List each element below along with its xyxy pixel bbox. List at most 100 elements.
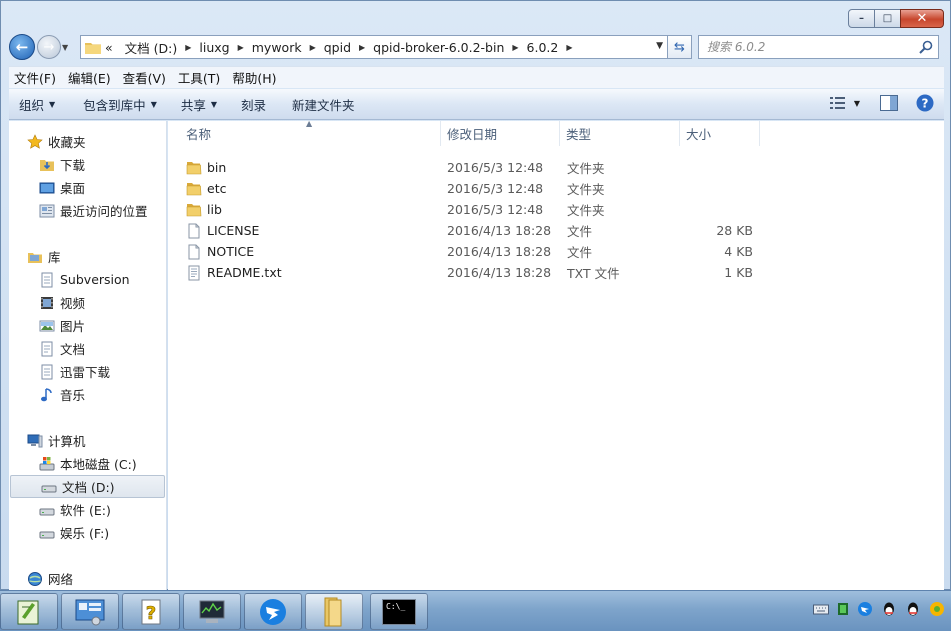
preview-pane-button[interactable] <box>880 95 898 111</box>
breadcrumb-item[interactable]: liuxg <box>199 40 229 55</box>
nav-pictures[interactable]: 图片 <box>9 314 166 337</box>
text-file-icon <box>188 265 200 280</box>
file-row[interactable]: bin 2016/5/3 12:48 文件夹 <box>168 157 944 178</box>
nav-documents-label: 文档 <box>60 342 86 357</box>
nav-videos[interactable]: 视频 <box>9 291 166 314</box>
nav-pictures-label: 图片 <box>60 319 86 334</box>
picture-icon <box>39 318 55 334</box>
help-button[interactable]: ? <box>916 94 934 112</box>
taskbar-app-system-monitor[interactable] <box>183 593 241 630</box>
chevron-down-icon: ▼ <box>210 99 218 109</box>
nav-recent-places[interactable]: 最近访问的位置 <box>9 199 166 222</box>
breadcrumb-item[interactable]: mywork <box>252 40 302 55</box>
menu-file[interactable]: 文件(F) <box>9 68 61 87</box>
file-row[interactable]: README.txt 2016/4/13 18:28 TXT 文件 1 KB <box>168 262 944 283</box>
qq-penguin-icon[interactable] <box>881 601 897 620</box>
taskbar-app-explorer[interactable] <box>305 593 363 630</box>
search-icon[interactable] <box>919 40 933 54</box>
chevron-right-icon[interactable]: ▶ <box>310 43 316 52</box>
nav-music[interactable]: 音乐 <box>9 383 166 406</box>
breadcrumb-item[interactable]: 6.0.2 <box>527 40 559 55</box>
organize-button[interactable]: 组织 ▼ <box>9 95 65 114</box>
new-folder-button[interactable]: 新建文件夹 <box>282 95 365 114</box>
breadcrumb-item[interactable]: 文档 (D:) <box>125 38 178 57</box>
refresh-button[interactable]: ⇆ <box>668 35 692 59</box>
keyboard-icon[interactable] <box>813 603 829 618</box>
nav-music-label: 音乐 <box>60 388 86 403</box>
chevron-right-icon[interactable]: ▶ <box>566 43 572 52</box>
menu-view[interactable]: 查看(V) <box>118 68 171 87</box>
taskbar-app-dingtalk[interactable] <box>244 593 302 630</box>
recent-pages-dropdown[interactable]: ▼ <box>62 43 74 52</box>
star-icon <box>27 133 43 150</box>
breadcrumb-item[interactable]: qpid <box>324 40 351 55</box>
file-date: 2016/5/3 12:48 <box>447 181 544 196</box>
chevron-right-icon[interactable]: ▶ <box>512 43 518 52</box>
chevron-right-icon[interactable]: ▶ <box>238 43 244 52</box>
nav-drive-d[interactable]: 文档 (D:) <box>10 475 165 498</box>
taskbar-app-control-panel[interactable] <box>61 593 119 630</box>
nav-xunlei-downloads[interactable]: 迅雷下载 <box>9 360 166 383</box>
include-in-library-button[interactable]: 包含到库中 ▼ <box>73 95 167 114</box>
burn-button[interactable]: 刻录 <box>231 95 276 114</box>
nav-recent-places-label: 最近访问的位置 <box>60 204 148 219</box>
chevron-down-icon: ▼ <box>853 98 860 108</box>
file-row[interactable]: lib 2016/5/3 12:48 文件夹 <box>168 199 944 220</box>
desktop-icon <box>39 180 55 196</box>
nav-subversion[interactable]: Subversion <box>9 268 166 291</box>
nav-computer[interactable]: 计算机 <box>9 429 166 452</box>
notepad-edit-icon <box>17 600 39 624</box>
chevron-right-icon[interactable]: ▶ <box>185 43 191 52</box>
forward-button[interactable]: → <box>37 35 61 59</box>
file-type: 文件 <box>567 245 593 260</box>
breadcrumb-overflow[interactable]: « <box>105 40 113 55</box>
chevron-right-icon[interactable]: ▶ <box>359 43 365 52</box>
nav-downloads[interactable]: 下载 <box>9 153 166 176</box>
minimize-button[interactable]: – <box>848 9 875 28</box>
change-view-button[interactable]: ▼ <box>829 96 860 110</box>
column-type[interactable]: 类型 <box>560 120 680 146</box>
address-bar[interactable]: « 文档 (D:) ▶ liuxg ▶ mywork ▶ qpid ▶ qpid-bro… <box>80 35 668 59</box>
menu-help[interactable]: 帮助(H) <box>227 68 281 87</box>
back-button[interactable]: ← <box>9 34 35 60</box>
taskbar-app-help[interactable]: ? <box>122 593 180 630</box>
yellow-app-icon[interactable] <box>929 601 945 620</box>
search-box <box>698 35 939 59</box>
nav-drive-f[interactable]: 娱乐 (F:) <box>9 521 166 544</box>
menu-edit[interactable]: 编辑(E) <box>63 68 116 87</box>
file-row[interactable]: NOTICE 2016/4/13 18:28 文件 4 KB <box>168 241 944 262</box>
taskbar-app-editor[interactable] <box>0 593 58 630</box>
nav-videos-label: 视频 <box>60 296 86 311</box>
breadcrumb-item[interactable]: qpid-broker-6.0.2-bin <box>373 40 504 55</box>
maximize-button[interactable]: □ <box>874 9 901 28</box>
address-row: ← → ▼ « 文档 (D:) ▶ liuxg ▶ mywork ▶ qpid ▶ qp… <box>9 33 944 61</box>
file-size: 1 KB <box>724 265 753 280</box>
column-size[interactable]: 大小 <box>680 120 760 146</box>
document-icon <box>39 341 55 357</box>
file-row[interactable]: etc 2016/5/3 12:48 文件夹 <box>168 178 944 199</box>
file-list-pane: ▲ 名称 修改日期 类型 大小 bin 2016/5/3 12:48 文件夹 e… <box>168 119 944 591</box>
share-button[interactable]: 共享 ▼ <box>171 95 227 114</box>
nav-network[interactable]: 网络 <box>9 567 166 590</box>
bird-icon[interactable] <box>857 601 873 620</box>
file-row[interactable]: LICENSE 2016/4/13 18:28 文件 28 KB <box>168 220 944 241</box>
organize-label: 组织 <box>19 97 45 113</box>
green-app-icon[interactable] <box>837 602 849 619</box>
taskbar-app-cmd[interactable]: C:\_ <box>370 593 428 630</box>
file-name: etc <box>207 181 227 196</box>
column-date-modified[interactable]: 修改日期 <box>441 120 560 146</box>
file-size: 4 KB <box>724 244 753 259</box>
address-dropdown-icon[interactable]: ▼ <box>656 41 663 51</box>
nav-drive-e[interactable]: 软件 (E:) <box>9 498 166 521</box>
qq-penguin-icon[interactable] <box>905 601 921 620</box>
search-input[interactable] <box>699 36 909 58</box>
nav-documents[interactable]: 文档 <box>9 337 166 360</box>
menu-tools[interactable]: 工具(T) <box>173 68 225 87</box>
nav-libraries[interactable]: 库 <box>9 245 166 268</box>
explorer-folder-icon <box>324 597 342 626</box>
close-button[interactable]: ✕ <box>900 9 944 28</box>
nav-favorites[interactable]: 收藏夹 <box>9 130 166 153</box>
column-name[interactable]: 名称 <box>168 120 441 146</box>
nav-drive-c[interactable]: 本地磁盘 (C:) <box>9 452 166 475</box>
nav-desktop[interactable]: 桌面 <box>9 176 166 199</box>
